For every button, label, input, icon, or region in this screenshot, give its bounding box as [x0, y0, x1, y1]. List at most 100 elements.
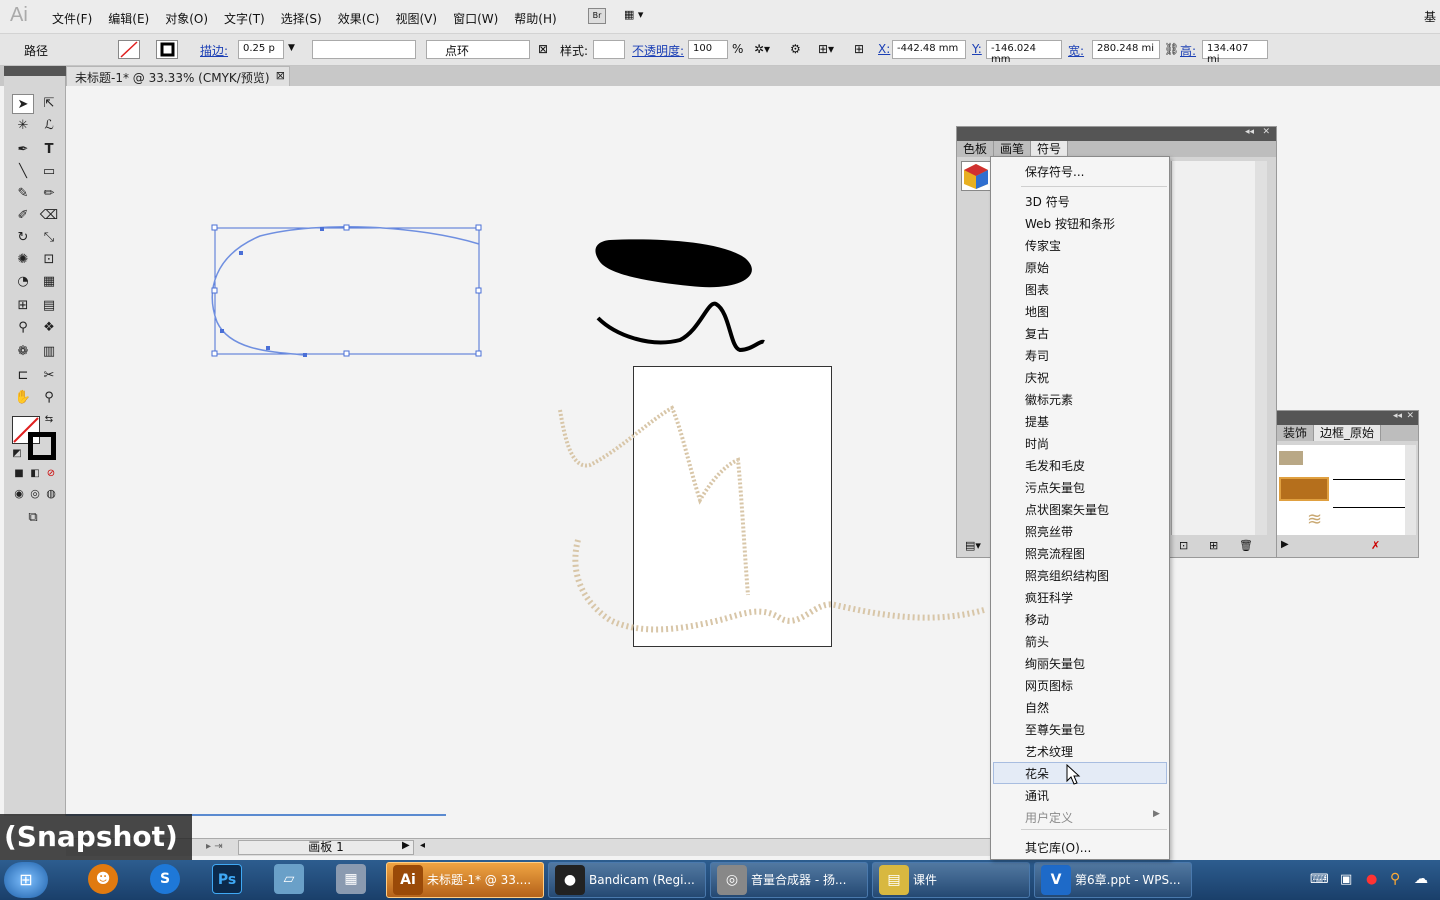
library-menu-item[interactable]: 照亮组织结构图	[1025, 567, 1109, 584]
panel-tab[interactable]: 画笔	[994, 141, 1032, 157]
library-menu-item[interactable]: 通讯	[1025, 787, 1049, 804]
taskbar-button[interactable]: ◎ 音量合成器 - 扬...	[710, 862, 868, 898]
library-menu-item[interactable]: 照亮丝带	[1025, 523, 1073, 540]
library-menu-item[interactable]: 图表	[1025, 281, 1049, 298]
symbol-libraries-icon[interactable]: ▤▾	[965, 539, 981, 552]
taskbar-button-label: 课件	[913, 873, 938, 887]
keyboard-icon[interactable]: ⌨	[1310, 872, 1329, 887]
scrollbar[interactable]	[1405, 445, 1416, 535]
height-input[interactable]: 134.407 mi	[1202, 40, 1268, 65]
collapse-icon[interactable]: ◂◂	[1245, 127, 1254, 137]
library-menu-item[interactable]: 提基	[1025, 413, 1049, 430]
panel-tab[interactable]: 符号	[1031, 141, 1069, 157]
remove-brush-icon[interactable]: ✗	[1371, 539, 1380, 552]
selected-path[interactable]	[211, 224, 482, 357]
play-icon[interactable]: ▶	[1281, 539, 1289, 550]
workspace-label[interactable]: 基	[1424, 8, 1436, 25]
search-icon[interactable]: ⚲	[1390, 871, 1400, 887]
notes-icon[interactable]: ▱	[274, 864, 304, 894]
panel-tab[interactable]: 装饰	[1277, 425, 1315, 441]
library-menu-item[interactable]: 花朵	[1025, 765, 1049, 782]
library-menu-item[interactable]: 污点矢量包	[1025, 479, 1085, 496]
panel-tabs: 色板 画笔 符号	[957, 141, 1276, 157]
dotted-stroke-1[interactable]	[558, 405, 750, 596]
photoshop-icon[interactable]: Ps	[212, 864, 242, 894]
taskbar-button[interactable]: Ai 未标题-1* @ 33....	[386, 862, 544, 898]
library-menu-item[interactable]: 徽标元素	[1025, 391, 1073, 408]
pinned-browser-icon[interactable]: S	[150, 864, 180, 894]
menu-separator	[1021, 829, 1167, 830]
library-menu-item[interactable]: 网页图标	[1025, 677, 1073, 694]
brush-swatch[interactable]	[1279, 451, 1303, 465]
library-menu-item[interactable]: 疯狂科学	[1025, 589, 1073, 606]
calculator-icon[interactable]: ▦	[336, 864, 366, 894]
library-menu-item[interactable]: 箭头	[1025, 633, 1049, 650]
library-menu-item[interactable]: 地图	[1025, 303, 1049, 320]
library-menu-item[interactable]: 点状图案矢量包	[1025, 501, 1109, 518]
taskbar-button[interactable]: V 第6章.ppt - WPS...	[1034, 862, 1192, 898]
panel-tab[interactable]: 色板	[957, 141, 995, 157]
pinned-app-icon[interactable]: ☻	[88, 864, 118, 894]
panel-tab[interactable]: 边框_原始	[1314, 425, 1382, 441]
new-symbol-icon[interactable]: ⊞	[1209, 539, 1218, 552]
close-icon[interactable]: ✕	[1262, 127, 1270, 137]
symbol-thumbnail[interactable]	[961, 161, 991, 191]
brush-swatch[interactable]: ≋	[1307, 509, 1329, 535]
border-brush-list[interactable]: ≋	[1277, 445, 1407, 535]
library-menu-item[interactable]: Web 按钮和条形	[1025, 215, 1115, 232]
taskbar-app-icon: ●	[555, 865, 585, 895]
mouse-cursor-icon	[1066, 764, 1081, 785]
taskbar-app-icon: ◎	[717, 865, 747, 895]
trash-icon[interactable]: 🗑	[1239, 539, 1253, 552]
user-defined-item[interactable]: 用户定义	[1025, 809, 1073, 826]
brush-line	[1333, 479, 1407, 480]
taskbar-button-label: Bandicam (Regi...	[589, 873, 695, 887]
brush-stroke[interactable]	[595, 239, 752, 288]
cloud-icon[interactable]: ☁	[1414, 871, 1428, 887]
library-menu-item[interactable]: 自然	[1025, 699, 1049, 716]
width-label[interactable]: 宽:	[1068, 42, 1084, 59]
black-path[interactable]	[596, 301, 765, 353]
library-menu-item[interactable]: 艺术纹理	[1025, 743, 1073, 760]
other-library-item[interactable]: 其它库(O)...	[1025, 839, 1091, 856]
library-menu-item[interactable]: 寿司	[1025, 347, 1049, 364]
library-menu-item[interactable]: 3D 符号	[1025, 193, 1070, 210]
library-menu-item[interactable]: 复古	[1025, 325, 1049, 342]
library-menu-item[interactable]: 原始	[1025, 259, 1049, 276]
taskbar-app-icon: Ai	[393, 865, 423, 895]
artwork-layer	[211, 224, 985, 633]
library-menu-item[interactable]: 绚丽矢量包	[1025, 655, 1085, 672]
brush-library-panel: ◂◂ ✕ 装饰 边框_原始 ≋ ▶ ✗	[1276, 410, 1419, 558]
place-symbol-icon[interactable]: ⊡	[1179, 539, 1188, 552]
height-label[interactable]: 高:	[1180, 42, 1196, 59]
tray-icon[interactable]: ▣	[1340, 872, 1352, 887]
taskbar-button[interactable]: ● Bandicam (Regi...	[548, 862, 706, 898]
width-input[interactable]: 280.248 mi	[1092, 40, 1160, 59]
taskbar-button-label: 第6章.ppt - WPS...	[1075, 873, 1181, 887]
brush-swatch[interactable]	[1279, 477, 1329, 501]
library-menu-item[interactable]: 照亮流程图	[1025, 545, 1085, 562]
library-menu-item[interactable]: 时尚	[1025, 435, 1049, 452]
taskbar: ⊞ ☻ S Ps ▱ ▦ Ai 未标题-1* @ 33.... ● Bandicam …	[0, 860, 1440, 900]
save-symbols-item[interactable]: 保存符号...	[1025, 163, 1084, 180]
y-input[interactable]: -146.024 mm	[986, 40, 1062, 65]
library-menu-item[interactable]: 至尊矢量包	[1025, 721, 1085, 738]
taskbar-app-icon: V	[1041, 865, 1071, 895]
library-menu-item[interactable]: 传家宝	[1025, 237, 1061, 254]
library-menu-item[interactable]: 毛发和毛皮	[1025, 457, 1085, 474]
symbols-list-area	[1171, 161, 1267, 535]
close-icon[interactable]: ✕	[1406, 411, 1414, 421]
panel-tabs: 装饰 边框_原始	[1277, 425, 1418, 441]
panel-title-bar: ◂◂ ✕	[957, 127, 1276, 141]
record-icon[interactable]: ●	[1366, 872, 1377, 887]
taskbar-button[interactable]: ▤ 课件	[872, 862, 1030, 898]
library-menu-item[interactable]: 移动	[1025, 611, 1049, 628]
taskbar-app-icon: ▤	[879, 865, 909, 895]
collapse-icon[interactable]: ◂◂	[1393, 411, 1402, 421]
link-icon[interactable]: ⛓	[1164, 42, 1179, 56]
chevron-right-icon: ▶	[1153, 809, 1160, 819]
scrollbar[interactable]	[1255, 161, 1267, 535]
dotted-stroke-2[interactable]	[572, 539, 985, 633]
library-menu-item[interactable]: 庆祝	[1025, 369, 1049, 386]
start-button[interactable]: ⊞	[4, 862, 48, 898]
